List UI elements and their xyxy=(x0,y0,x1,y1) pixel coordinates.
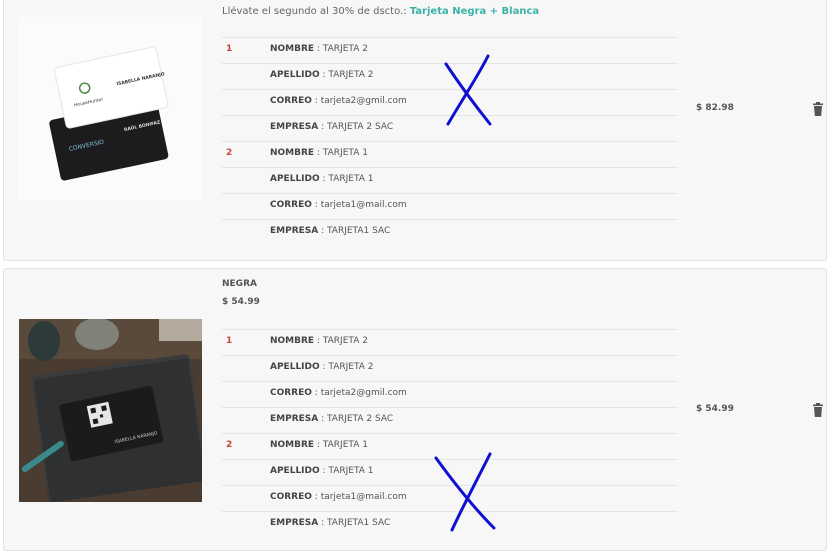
field-key: APELLIDO xyxy=(270,70,320,80)
list-item: EMPRESA : TARJETA1 SAC xyxy=(222,511,678,537)
cart-item-1: CONVERSIO RAÚL BONIFAZ HouseHunter ISABE… xyxy=(3,0,827,261)
field-value: TARJETA 2 xyxy=(322,336,368,346)
field-key: EMPRESA xyxy=(270,122,319,132)
entry-number: 1 xyxy=(226,44,233,54)
black-card-photo: ISABELLA NARANJO xyxy=(19,319,202,502)
list-item: CORREO : tarjeta2@gmil.com xyxy=(222,89,678,115)
product-price: $ 54.99 xyxy=(222,297,260,307)
field-key: NOMBRE xyxy=(270,336,315,346)
field-key: CORREO xyxy=(270,388,312,398)
list-item: EMPRESA : TARJETA 2 SAC xyxy=(222,115,678,141)
field-key: APELLIDO xyxy=(270,466,320,476)
personalization-rows: 1 NOMBRE : TARJETA 2 APELLIDO : TARJETA … xyxy=(222,329,678,537)
field-value: tarjeta1@mail.com xyxy=(320,200,407,210)
list-item: APELLIDO : TARJETA 1 xyxy=(222,459,678,485)
list-item: EMPRESA : TARJETA 2 SAC xyxy=(222,407,678,433)
field-value: TARJETA 2 xyxy=(328,70,374,80)
field-key: EMPRESA xyxy=(270,226,319,236)
field-value: TARJETA 2 xyxy=(328,362,374,372)
field-value: TARJETA1 SAC xyxy=(327,226,391,236)
field-key: CORREO xyxy=(270,492,312,502)
field-key: NOMBRE xyxy=(270,440,315,450)
list-item: CORREO : tarjeta1@mail.com xyxy=(222,485,678,511)
promo-text: Llévate el segundo al 30% de dscto.: Tar… xyxy=(222,6,539,17)
list-item: EMPRESA : TARJETA1 SAC xyxy=(222,219,678,245)
field-value: TARJETA 1 xyxy=(328,466,374,476)
field-value: tarjeta2@gmil.com xyxy=(320,96,407,106)
field-key: EMPRESA xyxy=(270,518,319,528)
product-image-combo: CONVERSIO RAÚL BONIFAZ HouseHunter ISABE… xyxy=(19,17,202,201)
product-image-negra: ISABELLA NARANJO xyxy=(19,319,202,502)
item-subtotal: $ 82.98 xyxy=(696,103,734,113)
trash-icon[interactable] xyxy=(812,402,824,417)
field-key: EMPRESA xyxy=(270,414,319,424)
list-item: CORREO : tarjeta1@mail.com xyxy=(222,193,678,219)
field-value: TARJETA 2 xyxy=(322,44,368,54)
entry-number: 2 xyxy=(226,148,233,158)
entry-number: 1 xyxy=(226,336,233,346)
entry-number: 2 xyxy=(226,440,233,450)
list-item: APELLIDO : TARJETA 2 xyxy=(222,63,678,89)
field-value: TARJETA 1 xyxy=(328,174,374,184)
trash-icon[interactable] xyxy=(812,101,824,116)
field-key: NOMBRE xyxy=(270,148,315,158)
field-key: APELLIDO xyxy=(270,362,320,372)
field-value: TARJETA 1 xyxy=(322,148,368,158)
list-item: APELLIDO : TARJETA 1 xyxy=(222,167,678,193)
field-value: TARJETA 2 SAC xyxy=(327,122,394,132)
item-subtotal: $ 54.99 xyxy=(696,404,734,414)
business-cards-photo: CONVERSIO RAÚL BONIFAZ HouseHunter ISABE… xyxy=(19,17,202,201)
promo-highlight: Tarjeta Negra + Blanca xyxy=(409,6,540,17)
field-key: CORREO xyxy=(270,96,312,106)
list-item: CORREO : tarjeta2@gmil.com xyxy=(222,381,678,407)
field-value: TARJETA1 SAC xyxy=(327,518,391,528)
product-name: NEGRA xyxy=(222,279,257,289)
list-item: APELLIDO : TARJETA 2 xyxy=(222,355,678,381)
promo-prefix: Llévate el segundo al 30% de dscto.: xyxy=(222,6,407,17)
field-value: tarjeta2@gmil.com xyxy=(320,388,407,398)
list-item: 1 NOMBRE : TARJETA 2 xyxy=(222,37,678,63)
field-key: NOMBRE xyxy=(270,44,315,54)
field-value: TARJETA 1 xyxy=(322,440,368,450)
list-item: 1 NOMBRE : TARJETA 2 xyxy=(222,329,678,355)
list-item: 2 NOMBRE : TARJETA 1 xyxy=(222,141,678,167)
list-item: 2 NOMBRE : TARJETA 1 xyxy=(222,433,678,459)
cart-item-2: NEGRA $ 54.99 ISABELLA NARANJO 1 NOMBRE … xyxy=(3,268,827,551)
field-value: TARJETA 2 SAC xyxy=(327,414,394,424)
field-key: APELLIDO xyxy=(270,174,320,184)
personalization-rows: 1 NOMBRE : TARJETA 2 APELLIDO : TARJETA … xyxy=(222,37,678,245)
field-key: CORREO xyxy=(270,200,312,210)
field-value: tarjeta1@mail.com xyxy=(320,492,407,502)
